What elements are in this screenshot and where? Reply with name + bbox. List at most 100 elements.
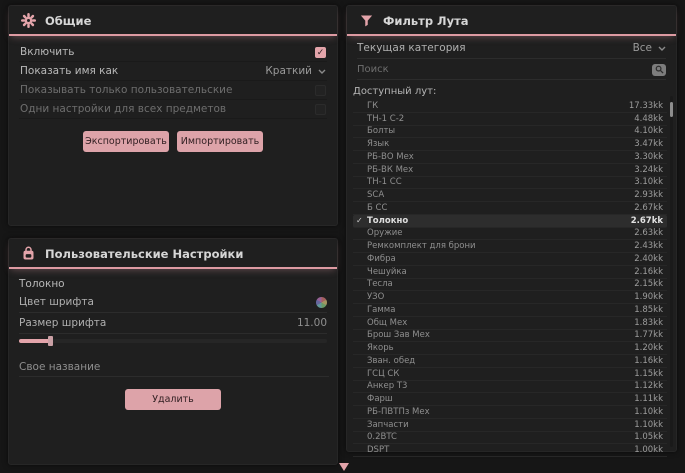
loot-row[interactable]: Фарш1.11kk bbox=[353, 393, 667, 406]
category-select[interactable]: Все bbox=[633, 42, 666, 54]
same-settings-checkbox[interactable] bbox=[315, 104, 326, 115]
search-input[interactable] bbox=[357, 61, 652, 79]
category-row: Текущая категория Все bbox=[357, 38, 666, 59]
delete-button[interactable]: Удалить bbox=[125, 389, 221, 410]
loot-item-value: 2.16kk bbox=[634, 267, 663, 277]
loot-item-value: 1.10kk bbox=[634, 407, 663, 417]
search-icon[interactable] bbox=[652, 64, 666, 76]
loot-item-value: 1.15kk bbox=[634, 369, 663, 379]
loot-row[interactable]: ТН-1 С-2 4.48kk bbox=[353, 113, 667, 126]
loot-row[interactable]: Якорь1.20kk bbox=[353, 342, 667, 355]
font-size-row: Размер шрифта 11.00 bbox=[19, 313, 327, 334]
color-wheel-icon[interactable] bbox=[316, 297, 327, 308]
only-custom-label: Показывать только пользовательские bbox=[20, 84, 232, 96]
loot-row[interactable]: Фибра2.40kk bbox=[353, 253, 667, 266]
loot-row[interactable]: Ремкомплект для брони 2.43kk bbox=[353, 240, 667, 253]
loot-item-value: 17.33kk bbox=[629, 101, 663, 111]
loot-item-value: 3.47kk bbox=[634, 139, 663, 149]
loot-item-name: РБ-ВО Мех bbox=[367, 152, 414, 162]
loot-row[interactable]: Анкер Т31.12kk bbox=[353, 381, 667, 394]
general-panel-title: Общие bbox=[45, 14, 91, 28]
loot-item-name: Болты bbox=[367, 126, 395, 136]
loot-item-name: Гамма bbox=[367, 305, 395, 315]
loot-item-name: Брош Зав Мех bbox=[367, 330, 430, 340]
font-size-slider-handle[interactable] bbox=[48, 336, 53, 346]
loot-filter-header: Фильтр Лута bbox=[347, 6, 676, 36]
loot-row[interactable]: Чешуйка2.16kk bbox=[353, 266, 667, 279]
user-settings-header: Пользовательские Настройки bbox=[9, 239, 337, 269]
same-settings-row: Одни настройки для всех предметов bbox=[19, 100, 327, 119]
selected-item-name: Толокно bbox=[19, 278, 327, 290]
loot-item-name: ТН-1 С-2 bbox=[367, 114, 404, 124]
general-settings-panel: Общие Включить ✓ Показать имя как Кратки… bbox=[8, 5, 338, 226]
user-settings-panel: Пользовательские Настройки Толокно Цвет … bbox=[8, 238, 338, 465]
loot-item-value: 4.10kk bbox=[634, 126, 663, 136]
loot-item-name: Оружие bbox=[367, 228, 403, 238]
loot-item-name: Общ Мех bbox=[367, 318, 407, 328]
loot-row[interactable]: SCA2.93kk bbox=[353, 189, 667, 202]
loot-row[interactable]: DSPT1.00kk bbox=[353, 444, 667, 457]
scroll-down-indicator bbox=[339, 463, 349, 471]
loot-row[interactable]: ✓Толокно2.67kk bbox=[353, 215, 667, 228]
loot-item-name: Ремкомплект для брони bbox=[367, 241, 476, 251]
loot-item-value: 3.24kk bbox=[634, 165, 663, 175]
export-button[interactable]: Экспортировать bbox=[83, 131, 169, 152]
loot-item-name: Анкер Т3 bbox=[367, 381, 407, 391]
loot-row[interactable]: 0.2BTC1.05kk bbox=[353, 432, 667, 445]
loot-row[interactable]: Оружие2.63kk bbox=[353, 228, 667, 241]
loot-row[interactable]: Общ Мех1.83kk bbox=[353, 317, 667, 330]
loot-row[interactable]: ГСЦ СК 1.15kk bbox=[353, 368, 667, 381]
loot-row[interactable]: РБ-ВК Мех3.24kk bbox=[353, 164, 667, 177]
loot-item-value: 1.77kk bbox=[634, 330, 663, 340]
chevron-down-icon bbox=[318, 69, 326, 74]
font-color-row[interactable]: Цвет шрифта bbox=[19, 292, 327, 313]
loot-item-name: РБ-ПВТПз Мех bbox=[367, 407, 430, 417]
loot-item-name: УЗО bbox=[367, 292, 384, 302]
only-custom-checkbox[interactable] bbox=[315, 85, 326, 96]
import-button[interactable]: Импортировать bbox=[177, 131, 263, 152]
loot-item-name: ТН-1 СС bbox=[367, 177, 402, 187]
loot-item-name: Фибра bbox=[367, 254, 396, 264]
loot-item-value: 2.67kk bbox=[634, 203, 663, 213]
font-size-slider[interactable] bbox=[19, 339, 327, 343]
custom-name-input[interactable] bbox=[19, 357, 329, 377]
loot-row[interactable]: Гамма 1.85kk bbox=[353, 304, 667, 317]
category-label: Текущая категория bbox=[357, 42, 466, 54]
loot-item-value: 2.43kk bbox=[634, 241, 663, 251]
loot-filter-title: Фильтр Лута bbox=[383, 14, 469, 28]
loot-item-value: 3.10kk bbox=[634, 177, 663, 187]
loot-row[interactable]: Брош Зав Мех 1.77kk bbox=[353, 330, 667, 343]
loot-row[interactable]: Б СС2.67kk bbox=[353, 202, 667, 215]
loot-row[interactable]: ТН-1 СС 3.10kk bbox=[353, 177, 667, 190]
loot-item-value: 1.90kk bbox=[634, 292, 663, 302]
loot-row[interactable]: УЗО 1.90kk bbox=[353, 291, 667, 304]
loot-row[interactable]: Болты 4.10kk bbox=[353, 126, 667, 139]
loot-item-name: ГСЦ СК bbox=[367, 369, 399, 379]
loot-item-name: Зван. обед bbox=[367, 356, 415, 366]
font-size-slider-fill bbox=[19, 339, 50, 343]
loot-row[interactable]: ГК17.33kk bbox=[353, 100, 667, 113]
loot-item-value: 1.00kk bbox=[634, 445, 663, 455]
loot-row[interactable]: Язык3.47kk bbox=[353, 138, 667, 151]
loot-row[interactable]: Зван. обед1.16kk bbox=[353, 355, 667, 368]
loot-filter-panel: Фильтр Лута Текущая категория Все Доступ… bbox=[346, 5, 677, 452]
loot-row[interactable]: РБ-ВО Мех3.30kk bbox=[353, 151, 667, 164]
loot-row[interactable]: Запчасти1.10kk bbox=[353, 419, 667, 432]
loot-item-value: 4.48kk bbox=[634, 114, 663, 124]
scrollbar-thumb[interactable] bbox=[670, 102, 673, 117]
font-size-label: Размер шрифта bbox=[19, 317, 106, 329]
show-name-as-row: Показать имя как Краткий bbox=[19, 62, 327, 81]
enable-checkbox[interactable]: ✓ bbox=[315, 47, 326, 58]
check-icon: ✓ bbox=[356, 216, 367, 225]
loot-item-value: 1.20kk bbox=[634, 343, 663, 353]
gear-icon bbox=[21, 13, 36, 28]
loot-row[interactable]: Тесла2.15kk bbox=[353, 279, 667, 292]
loot-item-value: 1.85kk bbox=[634, 305, 663, 315]
loot-list-scrollbar[interactable] bbox=[670, 96, 673, 447]
loot-list: ГК17.33kkТН-1 С-2 4.48kk Болты 4.10kk Язык3.… bbox=[353, 100, 667, 457]
only-custom-row: Показывать только пользовательские bbox=[19, 81, 327, 100]
font-color-label: Цвет шрифта bbox=[19, 296, 94, 308]
loot-row[interactable]: РБ-ПВТПз Мех 1.10kk bbox=[353, 406, 667, 419]
show-name-as-select[interactable]: Краткий bbox=[265, 65, 326, 77]
search-row bbox=[357, 60, 666, 80]
